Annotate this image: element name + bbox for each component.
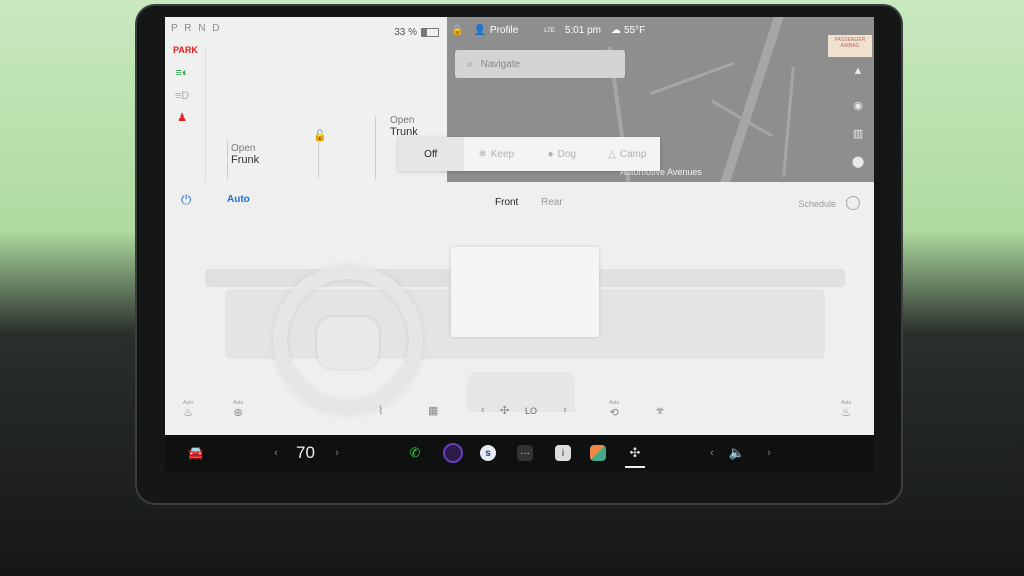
outside-temperature: ☁ 55°F — [611, 25, 645, 36]
clock-time: 5:01 pm — [564, 25, 601, 36]
seat-heater-icon: ♨ — [841, 407, 852, 419]
phone-icon[interactable]: ✆ — [405, 443, 425, 463]
seat-heater-icon: ♨ — [183, 407, 194, 419]
climate-auto-button[interactable]: Auto — [227, 194, 250, 205]
mode-camp-label: Camp — [619, 148, 647, 160]
battery-percent: 33 % — [394, 27, 417, 38]
search-placeholder: Navigate — [480, 58, 521, 70]
battery-status: 33 % — [394, 27, 439, 38]
climate-mode-popup: Off ❄ Keep ● Dog △ Camp — [398, 137, 660, 171]
camera-icon[interactable] — [443, 443, 463, 463]
fan-decrease-button[interactable]: ‹ — [481, 404, 485, 416]
trunk-open-button[interactable]: Open — [390, 115, 414, 126]
climate-power-icon[interactable]: ⏻ — [181, 192, 191, 208]
gear-indicator: P R N D — [171, 23, 222, 34]
signal-label: LTE — [544, 27, 555, 34]
tab-rear[interactable]: Rear — [541, 197, 563, 208]
mode-off-label: Off — [424, 148, 438, 160]
temp-decrease-button[interactable]: ‹ — [269, 443, 283, 463]
mode-option-camp[interactable]: △ Camp — [595, 137, 661, 171]
frunk-open-button[interactable]: Open — [231, 143, 255, 154]
park-indicator: PARK — [173, 45, 198, 55]
right-seat-auto-label: Auto — [841, 400, 852, 406]
lock-icon[interactable]: 🔓 — [313, 129, 327, 142]
taskbar: 🚘 ‹ 70 › ✆ s ··· i ✣ ‹ 🔈 › — [165, 435, 874, 471]
mode-option-dog[interactable]: ● Dog — [529, 137, 595, 171]
tab-front[interactable]: Front — [495, 197, 518, 208]
car-icon[interactable]: 🚘 — [185, 443, 207, 463]
rear-defrost-button[interactable]: ▦ — [428, 404, 438, 417]
search-icon: ⌕ — [467, 58, 473, 70]
mode-keep-label: Keep — [490, 148, 515, 160]
volume-increase-button[interactable]: › — [762, 443, 776, 463]
toybox-icon[interactable] — [588, 443, 608, 463]
right-seat-heater[interactable]: Auto ♨ — [841, 400, 851, 419]
temperature-label: 55°F — [623, 25, 646, 36]
keep-icon: ❄ — [478, 148, 487, 160]
frunk-label: Frunk — [231, 154, 260, 166]
navigate-search[interactable]: ⌕ Navigate — [455, 50, 625, 78]
climate-fan-icon[interactable]: ✣ — [625, 443, 645, 463]
steering-wheel-heater[interactable]: Auto ⊛ — [233, 400, 243, 419]
battery-icon — [421, 28, 439, 37]
location-pin-icon[interactable]: ⬤ — [850, 155, 866, 171]
mode-dog-label: Dog — [557, 148, 576, 160]
active-app-indicator — [625, 466, 645, 468]
fan-increase-button[interactable]: › — [563, 404, 567, 416]
biohazard-icon: ☣ — [655, 405, 665, 417]
north-up-icon[interactable]: ▲ — [850, 65, 866, 81]
manual-icon[interactable]: i — [553, 443, 573, 463]
volume-decrease-button[interactable]: ‹ — [705, 443, 719, 463]
recirculate-button[interactable]: Auto ⟲ — [609, 400, 619, 419]
lock-status-icon: 🔒 — [451, 25, 464, 36]
profile-button[interactable]: 👤 Profile — [473, 25, 518, 36]
status-bar: 🔒 👤 Profile LTE 5:01 pm ☁ 55°F — [451, 25, 645, 36]
map-layers-icon[interactable]: ◉ — [850, 99, 866, 115]
dog-icon: ● — [547, 148, 554, 160]
seatbelt-icon: ♟ — [177, 112, 187, 124]
profile-icon: 👤 — [473, 25, 486, 36]
cloud-icon: ☁ — [610, 25, 621, 36]
front-defrost-button[interactable]: ⌇ — [378, 404, 383, 417]
front-defrost-icon: ⌇ — [378, 405, 384, 417]
left-seat-auto-label: Auto — [183, 400, 194, 406]
volume-icon[interactable]: 🔈 — [727, 443, 747, 463]
passenger-airbag-indicator: PASSENGER AIRBAG — [828, 35, 872, 57]
climate-panel: ⏻ Auto Front Rear Schedule Auto ♨ Auto ⊛… — [165, 182, 874, 435]
left-seat-heater[interactable]: Auto ♨ — [183, 400, 193, 419]
dashboard-illustration — [205, 237, 845, 415]
recirculate-icon: ⟲ — [609, 407, 619, 419]
more-apps-icon[interactable]: ··· — [515, 443, 535, 463]
high-beam-icon: ≡D — [174, 90, 190, 102]
headlight-icon: ≡◐ — [175, 67, 189, 79]
temperature-setting: 70 — [296, 443, 315, 462]
rear-defrost-icon: ▦ — [428, 405, 439, 417]
center-display — [451, 247, 599, 337]
charging-icon[interactable]: ▥ — [850, 127, 866, 143]
recirculate-auto-label: Auto — [609, 400, 620, 406]
fan-level: LO — [525, 406, 538, 416]
temp-increase-button[interactable]: › — [330, 443, 344, 463]
camp-icon: △ — [608, 148, 616, 160]
mode-option-off[interactable]: Off — [398, 137, 464, 171]
spotify-icon[interactable]: s — [478, 443, 498, 463]
fan-icon: ✣ — [500, 405, 510, 417]
clock-icon[interactable] — [846, 196, 860, 210]
schedule-button[interactable]: Schedule — [798, 199, 836, 209]
wheel-heat-auto-label: Auto — [233, 400, 244, 406]
mode-option-keep[interactable]: ❄ Keep — [464, 137, 530, 171]
touchscreen: P R N D PARK ≡◐ ≡D ♟ 33 % Open Frunk Ope… — [165, 17, 874, 435]
bioweapon-mode-button[interactable]: ☣ — [655, 404, 665, 417]
steering-wheel-heat-icon: ⊛ — [233, 407, 243, 419]
profile-label: Profile — [489, 25, 519, 36]
